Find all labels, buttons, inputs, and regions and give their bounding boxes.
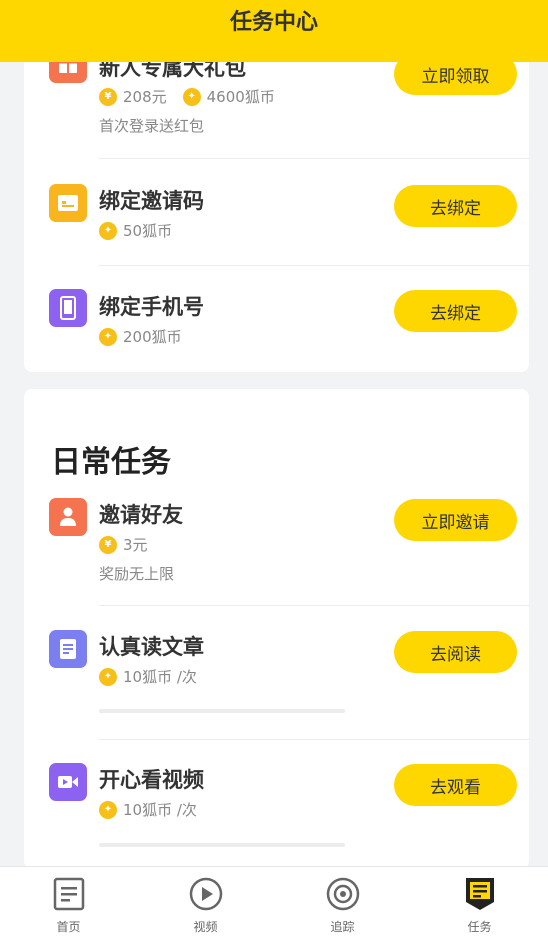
tab-track[interactable]: 追踪 xyxy=(274,867,411,937)
reward-row: ¥ 3元 xyxy=(99,534,164,555)
task-icon xyxy=(462,876,498,912)
reward-text: 50狐币 xyxy=(123,222,173,240)
coin-icon: ✦ xyxy=(99,327,117,346)
home-icon xyxy=(51,876,87,912)
reward-coin: ✦ 10狐币 /次 xyxy=(99,799,197,820)
reward-row: ✦ 10狐币 /次 xyxy=(99,666,213,687)
task-name: 开心看视频 xyxy=(99,768,204,792)
coin-icon: ✦ xyxy=(182,87,201,106)
header-bar: 任务中心 xyxy=(0,0,548,62)
divider xyxy=(99,265,529,266)
reward-coin: ✦ 200狐币 xyxy=(99,326,182,347)
reward-text: 10狐币 /次 xyxy=(123,801,197,819)
target-icon xyxy=(325,876,361,912)
reward-text: 10狐币 /次 xyxy=(123,668,197,686)
reward-row: ¥ 208元 ✦ 4600狐币 xyxy=(99,86,291,107)
coin-icon: ✦ xyxy=(99,667,117,686)
task-name: 认真读文章 xyxy=(99,635,204,659)
progress-bar xyxy=(99,843,345,847)
task-name: 邀请好友 xyxy=(99,503,183,527)
read-article-button[interactable]: 去阅读 xyxy=(394,631,517,673)
reward-row: ✦ 200狐币 xyxy=(99,326,198,347)
reward-row: ✦ 10狐币 /次 xyxy=(99,799,213,820)
tab-video[interactable]: 视频 xyxy=(137,867,274,937)
progress-bar xyxy=(99,709,345,713)
reward-text: 208元 xyxy=(123,88,167,106)
reward-coin: ✦ 4600狐币 xyxy=(182,86,275,107)
invite-code-icon xyxy=(49,184,87,222)
tab-label: 视频 xyxy=(193,920,218,934)
reward-coin: ✦ 50狐币 xyxy=(99,220,172,241)
bind-invite-code-button[interactable]: 去绑定 xyxy=(394,185,517,227)
tab-task[interactable]: 任务 xyxy=(411,867,548,937)
page-title: 任务中心 xyxy=(229,10,318,35)
play-icon xyxy=(188,876,224,912)
tab-home[interactable]: 首页 xyxy=(0,867,137,937)
bottom-tab-bar: 首页 视频 追踪 任务 xyxy=(0,866,548,937)
yuan-icon: ¥ xyxy=(99,535,117,554)
divider xyxy=(99,605,529,606)
invite-friends-button[interactable]: 立即邀请 xyxy=(394,499,517,541)
bind-phone-button[interactable]: 去绑定 xyxy=(394,290,517,332)
coin-icon: ✦ xyxy=(99,221,117,240)
task-desc: 奖励无上限 xyxy=(99,565,175,583)
reward-row: ✦ 50狐币 xyxy=(99,220,188,241)
divider xyxy=(99,158,529,159)
reward-cash: ¥ 208元 xyxy=(99,86,167,107)
video-icon xyxy=(49,763,87,801)
tab-label: 首页 xyxy=(56,920,81,934)
section-title: 日常任务 xyxy=(51,445,171,480)
article-icon xyxy=(49,630,87,668)
yuan-icon: ¥ xyxy=(99,87,117,106)
reward-coin: ✦ 10狐币 /次 xyxy=(99,666,197,687)
reward-text: 4600狐币 xyxy=(206,88,275,106)
task-name: 绑定邀请码 xyxy=(99,189,204,213)
tab-label: 任务 xyxy=(467,920,492,934)
reward-text: 3元 xyxy=(123,536,148,554)
coin-icon: ✦ xyxy=(99,800,117,819)
watch-video-button[interactable]: 去观看 xyxy=(394,764,517,806)
user-icon xyxy=(49,498,87,536)
reward-text: 200狐币 xyxy=(123,328,182,346)
task-desc: 首次登录送红包 xyxy=(99,117,205,135)
task-name: 绑定手机号 xyxy=(99,295,204,319)
daily-task-card: 日常任务 邀请好友 ¥ 3元 奖励无上限 立即邀请 认真读文章 ✦ 10狐币 /… xyxy=(24,389,529,869)
tab-label: 追踪 xyxy=(330,920,355,934)
phone-icon xyxy=(49,289,87,327)
divider xyxy=(99,739,529,740)
reward-cash: ¥ 3元 xyxy=(99,534,148,555)
